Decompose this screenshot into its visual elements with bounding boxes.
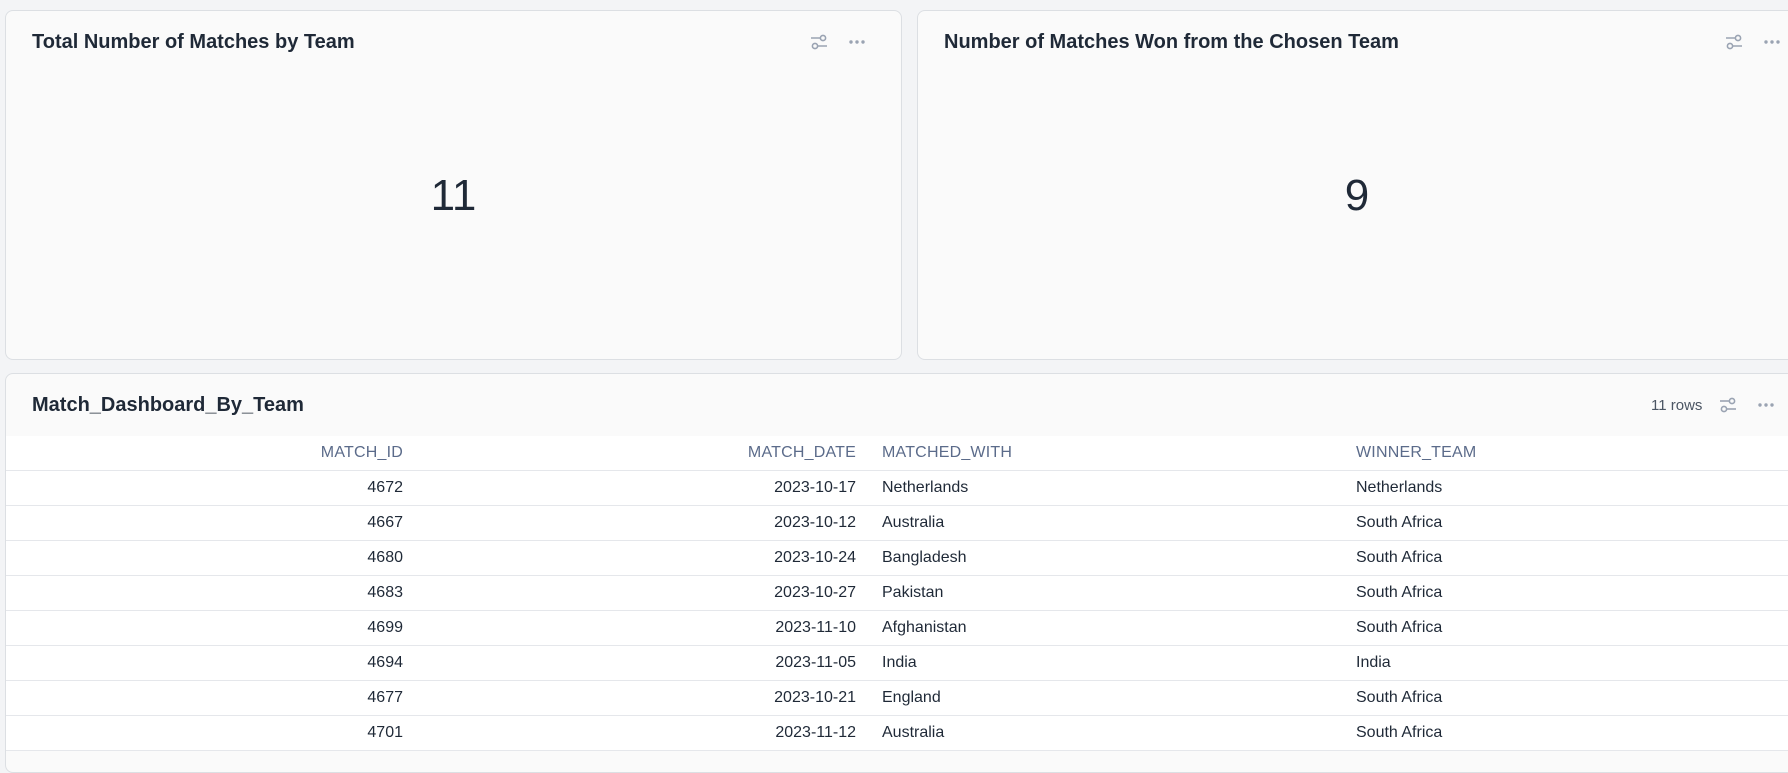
cell-match-date: 2023-10-21 xyxy=(403,680,856,716)
column-spacer xyxy=(856,436,882,471)
cell-matched-with: India xyxy=(882,645,1356,681)
sliders-icon[interactable] xyxy=(1718,396,1738,414)
table-card-match-dashboard: Match_Dashboard_By_Team 11 rows MATCH_ID xyxy=(5,373,1788,773)
cell-match-id: 4694 xyxy=(6,645,403,681)
cell-match-id: 4699 xyxy=(6,610,403,646)
column-header-match-id[interactable]: MATCH_ID xyxy=(6,436,403,471)
column-header-matched-with[interactable]: MATCHED_WITH xyxy=(882,436,1356,471)
cell-match-date: 2023-10-24 xyxy=(403,540,856,576)
cell-match-id: 4667 xyxy=(6,505,403,541)
table-row[interactable]: 4680 2023-10-24 Bangladesh South Africa xyxy=(6,540,1788,576)
cell-match-id: 4672 xyxy=(6,470,403,506)
more-horizontal-icon[interactable] xyxy=(1756,396,1776,414)
card-title: Number of Matches Won from the Chosen Te… xyxy=(944,31,1399,53)
table-row[interactable]: 4699 2023-11-10 Afghanistan South Africa xyxy=(6,610,1788,646)
kpi-card-total-matches: Total Number of Matches by Team 11 xyxy=(5,10,902,360)
cell-match-date: 2023-10-17 xyxy=(403,470,856,506)
cell-matched-with: Australia xyxy=(882,715,1356,751)
more-horizontal-icon[interactable] xyxy=(847,33,867,51)
card-tools xyxy=(809,33,867,51)
data-table: MATCH_ID MATCH_DATE MATCHED_WITH WINNER_… xyxy=(6,436,1788,751)
sliders-icon[interactable] xyxy=(1724,33,1744,51)
cell-winner-team: South Africa xyxy=(1356,715,1788,751)
cell-match-date: 2023-10-12 xyxy=(403,505,856,541)
sliders-icon[interactable] xyxy=(809,33,829,51)
cell-winner-team: South Africa xyxy=(1356,575,1788,611)
cell-match-date: 2023-10-27 xyxy=(403,575,856,611)
table-row[interactable]: 4694 2023-11-05 India India xyxy=(6,645,1788,681)
cell-winner-team: South Africa xyxy=(1356,505,1788,541)
cell-winner-team: South Africa xyxy=(1356,610,1788,646)
table-row[interactable]: 4667 2023-10-12 Australia South Africa xyxy=(6,505,1788,541)
card-tools xyxy=(1724,33,1782,51)
cell-winner-team: South Africa xyxy=(1356,540,1788,576)
card-title: Total Number of Matches by Team xyxy=(32,31,355,53)
card-tools: 11 rows xyxy=(1651,396,1776,414)
kpi-value: 9 xyxy=(1344,171,1370,220)
cell-match-date: 2023-11-05 xyxy=(403,645,856,681)
table-row[interactable]: 4672 2023-10-17 Netherlands Netherlands xyxy=(6,470,1788,506)
card-title: Match_Dashboard_By_Team xyxy=(32,394,304,416)
kpi-card-matches-won: Number of Matches Won from the Chosen Te… xyxy=(917,10,1788,360)
table-header-row: MATCH_ID MATCH_DATE MATCHED_WITH WINNER_… xyxy=(6,436,1788,471)
cell-match-id: 4680 xyxy=(6,540,403,576)
data-table-container: MATCH_ID MATCH_DATE MATCHED_WITH WINNER_… xyxy=(6,436,1788,751)
table-row[interactable]: 4677 2023-10-21 England South Africa xyxy=(6,680,1788,716)
cell-match-id: 4683 xyxy=(6,575,403,611)
cell-matched-with: Australia xyxy=(882,505,1356,541)
table-row[interactable]: 4683 2023-10-27 Pakistan South Africa xyxy=(6,575,1788,611)
cell-match-id: 4701 xyxy=(6,715,403,751)
cell-matched-with: Afghanistan xyxy=(882,610,1356,646)
cell-winner-team: Netherlands xyxy=(1356,470,1788,506)
table-row[interactable]: 4701 2023-11-12 Australia South Africa xyxy=(6,715,1788,751)
cell-winner-team: South Africa xyxy=(1356,680,1788,716)
column-header-match-date[interactable]: MATCH_DATE xyxy=(403,436,856,471)
kpi-value: 11 xyxy=(430,171,477,220)
cell-matched-with: Pakistan xyxy=(882,575,1356,611)
cell-matched-with: Netherlands xyxy=(882,470,1356,506)
cell-match-date: 2023-11-10 xyxy=(403,610,856,646)
cell-winner-team: India xyxy=(1356,645,1788,681)
cell-matched-with: Bangladesh xyxy=(882,540,1356,576)
more-horizontal-icon[interactable] xyxy=(1762,33,1782,51)
cell-matched-with: England xyxy=(882,680,1356,716)
row-count: 11 rows xyxy=(1651,396,1703,414)
cell-match-date: 2023-11-12 xyxy=(403,715,856,751)
cell-match-id: 4677 xyxy=(6,680,403,716)
column-header-winner-team[interactable]: WINNER_TEAM xyxy=(1356,436,1788,471)
